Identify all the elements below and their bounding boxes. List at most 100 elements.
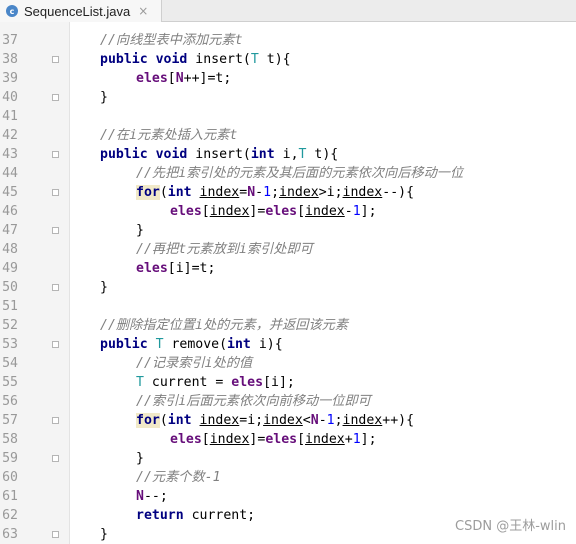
- code-line[interactable]: 61 N--;: [0, 487, 576, 506]
- close-icon[interactable]: ×: [138, 4, 148, 18]
- fold-marker-icon[interactable]: [52, 56, 59, 63]
- code-token: }: [100, 527, 108, 542]
- code-line[interactable]: 37 //向线型表中添加元素t: [0, 31, 576, 50]
- code-text: eles[index]=eles[index+1];: [170, 430, 377, 449]
- line-number: 51: [2, 299, 18, 314]
- code-token: int: [227, 337, 259, 352]
- code-token: i,: [282, 147, 299, 162]
- line-number: 56: [2, 394, 18, 409]
- code-token: --){: [382, 185, 415, 200]
- code-line[interactable]: 48 //再把t元素放到i索引处即可: [0, 240, 576, 259]
- code-token: 1: [352, 432, 361, 447]
- code-token: T: [298, 147, 315, 162]
- code-token: int: [250, 147, 283, 162]
- code-line[interactable]: 52 //删除指定位置i处的元素，并返回该元素: [0, 316, 576, 335]
- code-line[interactable]: 38 public void insert(T t){: [0, 50, 576, 69]
- code-token: index: [199, 185, 240, 200]
- code-token: -: [344, 204, 353, 219]
- fold-marker-icon[interactable]: [52, 341, 59, 348]
- code-line[interactable]: 44 //先把i索引处的元素及其后面的元素依次向后移动一位: [0, 164, 576, 183]
- code-line[interactable]: 41: [0, 107, 576, 126]
- code-token: current;: [191, 508, 256, 523]
- code-line[interactable]: 59}: [0, 449, 576, 468]
- code-token: eles: [265, 432, 298, 447]
- code-token: }: [100, 280, 108, 295]
- fold-marker-icon[interactable]: [52, 151, 59, 158]
- code-line[interactable]: 46 eles[index]=eles[index-1];: [0, 202, 576, 221]
- code-line[interactable]: 55 T current = eles[i];: [0, 373, 576, 392]
- code-line[interactable]: 43 public void insert(int i,T t){: [0, 145, 576, 164]
- code-token: N: [175, 71, 184, 86]
- fold-marker-icon[interactable]: [52, 531, 59, 538]
- code-line[interactable]: 47}: [0, 221, 576, 240]
- fold-marker-icon[interactable]: [52, 227, 59, 234]
- code-token: insert(: [195, 52, 251, 67]
- line-number: 45: [2, 185, 18, 200]
- code-token: //先把i索引处的元素及其后面的元素依次向后移动一位: [136, 166, 464, 181]
- code-line[interactable]: 50}: [0, 278, 576, 297]
- code-token: index: [305, 432, 345, 447]
- code-text: N--;: [136, 487, 168, 506]
- code-line[interactable]: 40}: [0, 88, 576, 107]
- code-token: index: [279, 185, 319, 200]
- code-token: //在i元素处插入元素t: [100, 128, 238, 143]
- code-token: -: [318, 413, 327, 428]
- code-token: -: [255, 185, 264, 200]
- line-number: 61: [2, 489, 18, 504]
- code-text: return current;: [136, 506, 255, 525]
- line-number: 55: [2, 375, 18, 390]
- code-token: index: [342, 413, 383, 428]
- code-token: --;: [143, 489, 168, 504]
- code-token: T: [136, 375, 152, 390]
- code-token: index: [263, 413, 303, 428]
- line-number: 46: [2, 204, 18, 219]
- code-token: }: [136, 223, 144, 238]
- code-text: eles[index]=eles[index-1];: [170, 202, 377, 221]
- code-token: index: [209, 432, 250, 447]
- code-token: }: [136, 451, 144, 466]
- fold-marker-icon[interactable]: [52, 455, 59, 462]
- code-line[interactable]: 39 eles[N++]=t;: [0, 69, 576, 88]
- code-line[interactable]: 57 for(int index=i;index<N-1;index++){: [0, 411, 576, 430]
- code-editor[interactable]: 37//向线型表中添加元素t 38 public void insert(T t){…: [0, 22, 576, 544]
- code-line[interactable]: 49 eles[i]=t;: [0, 259, 576, 278]
- code-line[interactable]: 42 //在i元素处插入元素t: [0, 126, 576, 145]
- line-number: 42: [2, 128, 18, 143]
- code-token: ];: [360, 432, 377, 447]
- code-token: public: [100, 337, 156, 352]
- code-text: //索引i后面元素依次向前移动一位即可: [136, 392, 371, 411]
- code-token: eles: [265, 204, 298, 219]
- code-token: void: [155, 52, 196, 67]
- code-token: //再把t元素放到i索引处即可: [136, 242, 313, 257]
- code-text: //删除指定位置i处的元素，并返回该元素: [100, 316, 348, 335]
- fold-marker-icon[interactable]: [52, 284, 59, 291]
- code-token: eles: [231, 375, 264, 390]
- code-line[interactable]: 53 public T remove(int i){: [0, 335, 576, 354]
- code-line[interactable]: 56 //索引i后面元素依次向前移动一位即可: [0, 392, 576, 411]
- code-token: ;: [271, 185, 280, 200]
- code-token: N: [136, 489, 144, 504]
- code-line[interactable]: 60 //元素个数-1: [0, 468, 576, 487]
- fold-marker-icon[interactable]: [52, 417, 59, 424]
- line-number: 43: [2, 147, 18, 162]
- tab-sequencelist-java[interactable]: c SequenceList.java ×: [0, 0, 162, 22]
- code-line[interactable]: 51: [0, 297, 576, 316]
- code-line[interactable]: 45 for(int index=N-1;index>i;index--){: [0, 183, 576, 202]
- code-token: insert(: [195, 147, 251, 162]
- code-token: >i;: [318, 185, 343, 200]
- code-token: ++){: [382, 413, 415, 428]
- code-token: N: [247, 185, 256, 200]
- code-line[interactable]: 58 eles[index]=eles[index+1];: [0, 430, 576, 449]
- fold-marker-icon[interactable]: [52, 189, 59, 196]
- code-token: (: [159, 185, 168, 200]
- line-number: 63: [2, 527, 18, 542]
- code-text: //记录索引i处的值: [136, 354, 252, 373]
- code-text: }: [100, 88, 108, 107]
- code-token: ]=: [249, 204, 266, 219]
- code-token: ++]=t;: [183, 71, 232, 86]
- code-token: ]=: [249, 432, 266, 447]
- code-token: index: [199, 413, 240, 428]
- code-token: //索引i后面元素依次向前移动一位即可: [136, 394, 371, 409]
- fold-marker-icon[interactable]: [52, 94, 59, 101]
- code-line[interactable]: 54 //记录索引i处的值: [0, 354, 576, 373]
